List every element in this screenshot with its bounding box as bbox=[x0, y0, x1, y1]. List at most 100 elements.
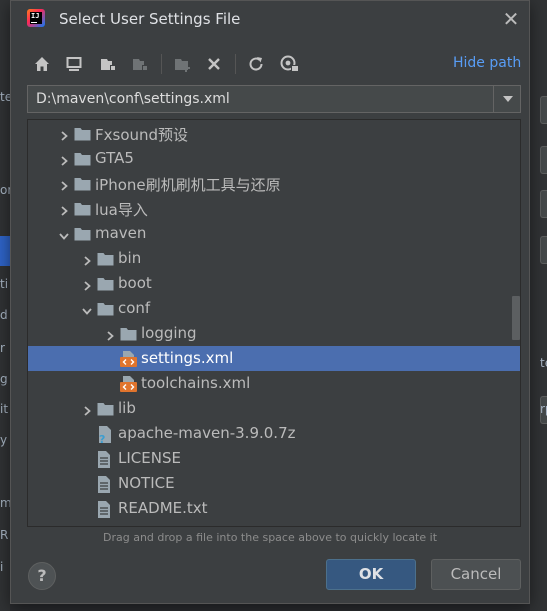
hide-path-link[interactable]: Hide path bbox=[453, 55, 521, 71]
path-value: D:\maven\conf\settings.xml bbox=[36, 91, 230, 107]
tree-row[interactable]: Fxsound预设 bbox=[28, 121, 520, 146]
bg-field bbox=[540, 236, 547, 264]
text-file-icon bbox=[97, 476, 113, 493]
folder-icon bbox=[74, 226, 91, 241]
chevron-right-icon[interactable] bbox=[104, 327, 116, 341]
bg-fragment: R bbox=[0, 528, 9, 542]
unknown-file-icon: ? bbox=[97, 426, 113, 446]
toolbar-separator bbox=[161, 54, 162, 74]
folder-icon bbox=[97, 301, 114, 316]
tree-scrollbar[interactable] bbox=[512, 296, 520, 340]
folder-icon bbox=[74, 526, 90, 527]
bg-fragment: m bbox=[0, 496, 10, 510]
svg-text:?: ? bbox=[99, 433, 105, 444]
bg-fragment: ti bbox=[0, 277, 9, 291]
drag-drop-hint: Drag and drop a file into the space abov… bbox=[102, 531, 438, 544]
chevron-right-icon[interactable] bbox=[81, 277, 93, 291]
project-icon[interactable] bbox=[97, 51, 119, 77]
dialog-title: Select User Settings File bbox=[59, 10, 241, 28]
tree-row-partial[interactable] bbox=[28, 521, 520, 527]
bg-fragment: te bbox=[0, 90, 10, 104]
bg-field bbox=[540, 190, 547, 218]
bg-field bbox=[540, 96, 547, 124]
ok-button[interactable]: OK bbox=[326, 559, 416, 590]
chevron-right-icon[interactable] bbox=[58, 127, 70, 141]
tree-row-label: bin bbox=[118, 249, 142, 267]
home-icon[interactable] bbox=[31, 51, 53, 77]
bg-fragment: i bbox=[0, 560, 4, 574]
chevron-down-icon[interactable] bbox=[81, 302, 93, 315]
file-tree[interactable]: README.txt NOTICE LICENSE? apache-maven-3.9… bbox=[27, 119, 521, 527]
file-chooser-toolbar bbox=[27, 51, 527, 77]
tree-row[interactable]: bin bbox=[28, 246, 520, 271]
text-file-icon bbox=[97, 451, 113, 468]
tree-row-label: logging bbox=[141, 324, 197, 342]
tree-row[interactable]: GTA5 bbox=[28, 146, 520, 171]
folder-icon bbox=[97, 276, 114, 291]
bg-fragment: rp bbox=[540, 402, 547, 416]
folder-icon bbox=[74, 151, 91, 166]
bg-field bbox=[540, 146, 547, 174]
tree-row-label: iPhone刷机刷机工具与还原 bbox=[95, 176, 281, 194]
tree-row[interactable]: boot bbox=[28, 271, 520, 296]
path-history-dropdown[interactable] bbox=[493, 86, 521, 112]
bg-fragment: it bbox=[0, 402, 9, 416]
help-button[interactable]: ? bbox=[28, 562, 56, 590]
tree-row-label: conf bbox=[118, 299, 151, 317]
chevron-right-icon[interactable] bbox=[58, 202, 70, 216]
select-settings-file-dialog: IJ Select User Settings File ✕ Hide path… bbox=[10, 0, 530, 604]
text-file-icon bbox=[97, 501, 113, 518]
tree-row[interactable]: LICENSE bbox=[28, 446, 520, 471]
tree-row-label: apache-maven-3.9.0.7z bbox=[118, 424, 296, 442]
tree-row[interactable]: toolchains.xml bbox=[28, 371, 520, 396]
bg-fragment: g bbox=[0, 372, 8, 386]
chevron-down-icon bbox=[502, 96, 513, 102]
tree-row-label: lib bbox=[118, 399, 136, 417]
tree-row[interactable]: logging bbox=[28, 321, 520, 346]
chevron-down-icon[interactable] bbox=[58, 227, 70, 240]
chevron-right-icon[interactable] bbox=[58, 177, 70, 191]
bg-fragment: d bbox=[0, 308, 8, 322]
tree-row[interactable]: maven bbox=[28, 221, 520, 246]
bg-fragment: te bbox=[540, 356, 547, 370]
tree-row[interactable]: README.txt bbox=[28, 496, 520, 521]
tree-row-label: maven bbox=[95, 224, 147, 242]
folder-icon bbox=[74, 126, 91, 141]
tree-row-label: boot bbox=[118, 274, 152, 292]
folder-icon bbox=[74, 176, 91, 191]
chevron-right-icon[interactable] bbox=[81, 402, 93, 416]
tree-row-label: settings.xml bbox=[141, 349, 234, 367]
xml-file-icon bbox=[120, 351, 137, 367]
tree-row[interactable]: ? apache-maven-3.9.0.7z bbox=[28, 421, 520, 446]
tree-row[interactable]: lib bbox=[28, 396, 520, 421]
delete-icon[interactable] bbox=[203, 51, 225, 77]
bg-fragment: or bbox=[0, 183, 10, 197]
show-hidden-icon[interactable] bbox=[279, 51, 301, 77]
tree-row-label: lua导入 bbox=[95, 201, 148, 219]
tree-row[interactable]: settings.xml bbox=[28, 346, 520, 371]
tree-row-label: LICENSE bbox=[118, 449, 181, 467]
toolbar-separator bbox=[235, 54, 236, 74]
xml-file-icon bbox=[120, 376, 137, 392]
refresh-icon[interactable] bbox=[245, 51, 267, 77]
tree-row-label: toolchains.xml bbox=[141, 374, 251, 392]
new-folder-icon[interactable] bbox=[171, 51, 193, 77]
tree-row-label: NOTICE bbox=[118, 474, 175, 492]
tree-row[interactable]: lua导入 bbox=[28, 196, 520, 221]
chevron-right-icon[interactable] bbox=[81, 252, 93, 266]
tree-row[interactable]: iPhone刷机刷机工具与还原 bbox=[28, 171, 520, 196]
intellij-app-icon: IJ bbox=[27, 9, 45, 27]
close-icon[interactable]: ✕ bbox=[499, 7, 523, 31]
background-ide-right: te rp bbox=[530, 0, 547, 611]
folder-icon bbox=[120, 326, 137, 341]
path-input[interactable]: D:\maven\conf\settings.xml bbox=[27, 85, 521, 113]
tree-row[interactable]: NOTICE bbox=[28, 471, 520, 496]
tree-row-label: GTA5 bbox=[95, 149, 134, 167]
chevron-right-icon[interactable] bbox=[58, 152, 70, 166]
module-icon[interactable] bbox=[129, 51, 151, 77]
dialog-titlebar: IJ Select User Settings File ✕ bbox=[11, 1, 529, 39]
cancel-button[interactable]: Cancel bbox=[431, 559, 521, 590]
tree-row[interactable]: conf bbox=[28, 296, 520, 321]
desktop-icon[interactable] bbox=[63, 51, 85, 77]
folder-icon bbox=[97, 401, 114, 416]
